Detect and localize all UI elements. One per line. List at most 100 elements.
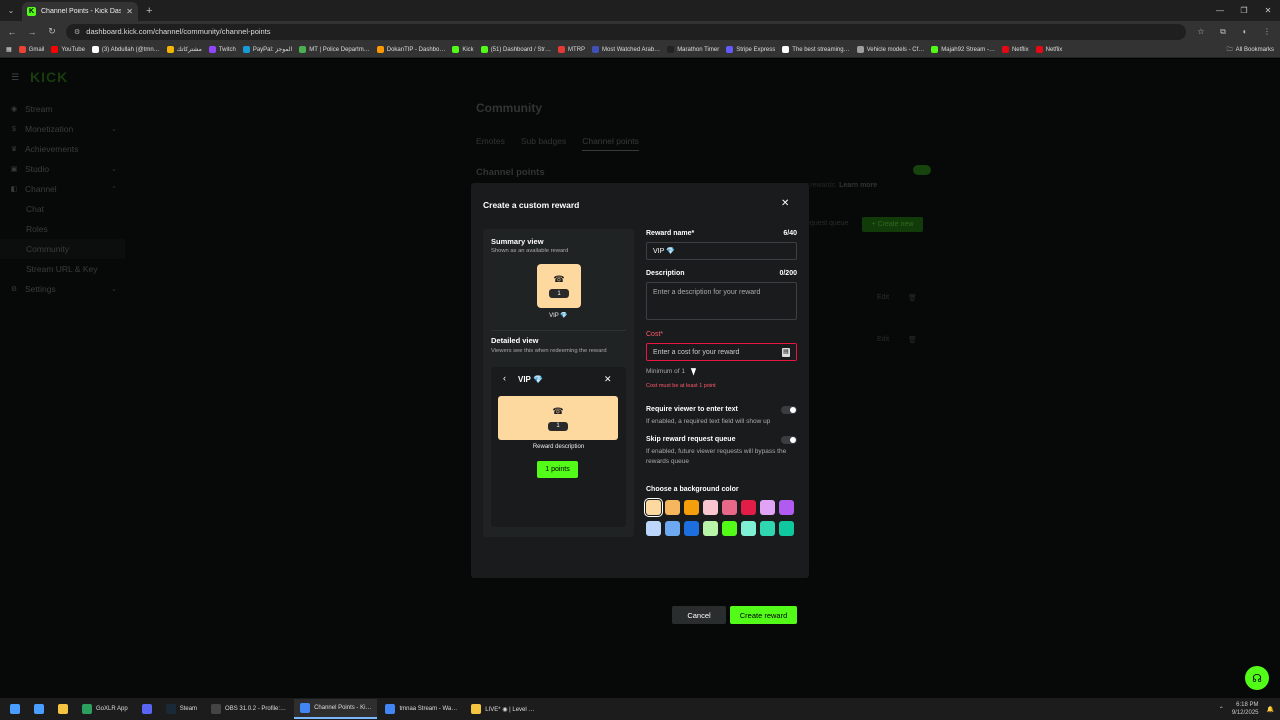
bookmark-item[interactable]: مشتركاتك [166,46,202,53]
taskbar-app[interactable]: GoXLR App [76,699,134,719]
sidebar-item-community[interactable]: Community [0,239,125,259]
tab-sub-badges[interactable]: Sub badges [521,136,566,151]
bookmark-item[interactable]: Vehicle models - Cf… [856,46,924,53]
bookmark-favicon-icon [726,46,734,53]
sidebar-item-settings[interactable]: ⚙ Settings ⌄ [0,279,125,299]
taskbar-app[interactable]: LIVE* ◉ | Level … [465,699,540,719]
bookmark-item[interactable]: YouTube [51,46,85,53]
trash-icon[interactable]: 🗑 [908,294,917,302]
sidebar-item-chat[interactable]: Chat [0,199,125,219]
taskbar-app[interactable] [136,699,158,719]
color-swatch[interactable] [665,521,680,536]
bookmark-item[interactable]: The best streaming… [782,46,850,53]
taskbar-app[interactable]: tmnaa Stream - Wa… [379,699,463,719]
bookmark-item[interactable]: Stripe Express [726,46,775,53]
forward-icon[interactable]: → [26,27,38,37]
browser-menu-icon[interactable]: ⋮ [1260,27,1274,36]
tab-search-icon[interactable]: ⌄ [0,0,22,21]
taskbar-app[interactable]: Steam [160,699,203,719]
restore-icon[interactable]: ❐ [1232,0,1256,21]
color-swatch[interactable] [684,500,699,515]
bookmark-item[interactable]: MTRP [558,46,585,53]
color-swatch[interactable] [779,500,794,515]
taskbar-app[interactable] [28,699,50,719]
bookmark-item[interactable]: Marathon Timer [667,46,719,53]
window-close-icon[interactable]: ✕ [1256,0,1280,21]
help-chat-icon[interactable]: ☊ [1245,666,1269,690]
back-icon[interactable]: ← [6,27,18,37]
color-swatch[interactable] [741,500,756,515]
color-swatch[interactable] [646,521,661,536]
sidebar-item-roles[interactable]: Roles [0,219,125,239]
color-swatch[interactable] [760,500,775,515]
color-swatch[interactable] [684,521,699,536]
bookmark-item[interactable]: (3) Abdullah (@tmn… [91,46,160,53]
notifications-icon[interactable]: 🔔 [1267,706,1274,713]
browser-tab-active[interactable]: K Channel Points - Kick Dashbo… ✕ [22,2,138,21]
sidebar-item-monetization[interactable]: $ Monetization ⌄ [0,119,125,139]
bookmark-item[interactable]: Twitch [208,46,236,53]
tab-channel-points[interactable]: Channel points [582,136,639,151]
bookmark-item[interactable]: Kick [452,46,474,53]
color-swatch[interactable] [760,521,775,536]
url-bar[interactable]: ⚙ dashboard.kick.com/channel/community/c… [66,23,1186,40]
color-swatch[interactable] [703,500,718,515]
taskbar-app[interactable] [52,699,74,719]
create-reward-button[interactable]: Create reward [730,606,797,624]
cancel-button[interactable]: Cancel [672,606,726,624]
bookmark-item[interactable]: Majah92 Stream -… [931,46,995,53]
sidebar-item-channel[interactable]: ◧ Channel ⌃ [0,179,125,199]
bookmark-item[interactable]: Netflix [1001,46,1029,53]
sidebar-item-stream-url-key[interactable]: Stream URL & Key [0,259,125,279]
description-textarea[interactable]: Enter a description for your reward [646,282,797,320]
sidebar-item-studio[interactable]: ▣ Studio ⌄ [0,159,125,179]
bookmark-item[interactable]: Netflix [1035,46,1062,53]
bookmark-item[interactable]: (51) Dashboard / Str… [480,46,551,53]
tray-chevron-icon[interactable]: ⌃ [1219,706,1224,713]
skip-queue-toggle[interactable] [781,436,797,444]
sidebar-item-stream[interactable]: ◉ Stream [0,99,125,119]
learn-more-link[interactable]: Learn more [839,182,877,189]
cost-input[interactable]: Enter a cost for your reward ▤ [646,343,797,361]
color-swatch[interactable] [703,521,718,536]
bookmark-item[interactable]: MT | Police Departm… [299,46,370,53]
trash-icon[interactable]: 🗑 [908,336,917,344]
color-swatch[interactable] [722,521,737,536]
hamburger-menu-icon[interactable]: ☰ [11,72,19,83]
require-text-toggle[interactable] [781,406,797,414]
sidebar-item-achievements[interactable]: ♛ Achievements [0,139,125,159]
bookmark-item[interactable]: PayPal: الموجز [242,46,292,53]
bookmark-item[interactable]: Most Watched Arab… [592,46,660,53]
modal-close-icon[interactable]: ✕ [781,198,789,209]
create-new-button[interactable]: + Create new [862,217,923,232]
profile-icon[interactable]: ◐ [1238,27,1252,36]
all-bookmarks[interactable]: 🗀 All Bookmarks [1227,45,1274,55]
bookmark-favicon-icon [1035,46,1043,53]
channel-points-toggle[interactable] [913,165,931,175]
bookmark-item[interactable]: DokanTIP - Dashbo… [376,46,445,53]
reload-icon[interactable]: ↻ [46,26,58,37]
new-tab-icon[interactable]: + [146,5,152,17]
color-swatch[interactable] [644,498,663,517]
request-queue-link[interactable]: equest queue [806,220,848,227]
edit-reward-button[interactable]: Edit [877,336,889,343]
tab-emotes[interactable]: Emotes [476,136,505,151]
clock[interactable]: 6:18 PM 9/12/2025 [1232,701,1259,717]
tab-close-icon[interactable]: ✕ [126,7,133,16]
site-info-icon[interactable]: ⚙ [74,28,80,36]
kick-logo[interactable]: KICK [30,69,68,85]
taskbar-app[interactable]: Channel Points - Ki… [294,699,378,719]
color-swatch[interactable] [665,500,680,515]
taskbar-app[interactable]: OBS 31.0.2 - Profile:… [205,699,292,719]
minimize-icon[interactable]: — [1208,0,1232,21]
start-button[interactable] [4,699,26,719]
color-swatch[interactable] [722,500,737,515]
color-swatch[interactable] [741,521,756,536]
color-swatch[interactable] [779,521,794,536]
edit-reward-button[interactable]: Edit [877,294,889,301]
bookmark-star-icon[interactable]: ☆ [1194,27,1208,36]
apps-icon[interactable]: ▦ [6,46,12,53]
reward-name-input[interactable]: VIP 💎 [646,242,797,260]
bookmark-item[interactable]: Gmail [18,46,44,53]
extensions-icon[interactable]: ⧉ [1216,27,1230,37]
